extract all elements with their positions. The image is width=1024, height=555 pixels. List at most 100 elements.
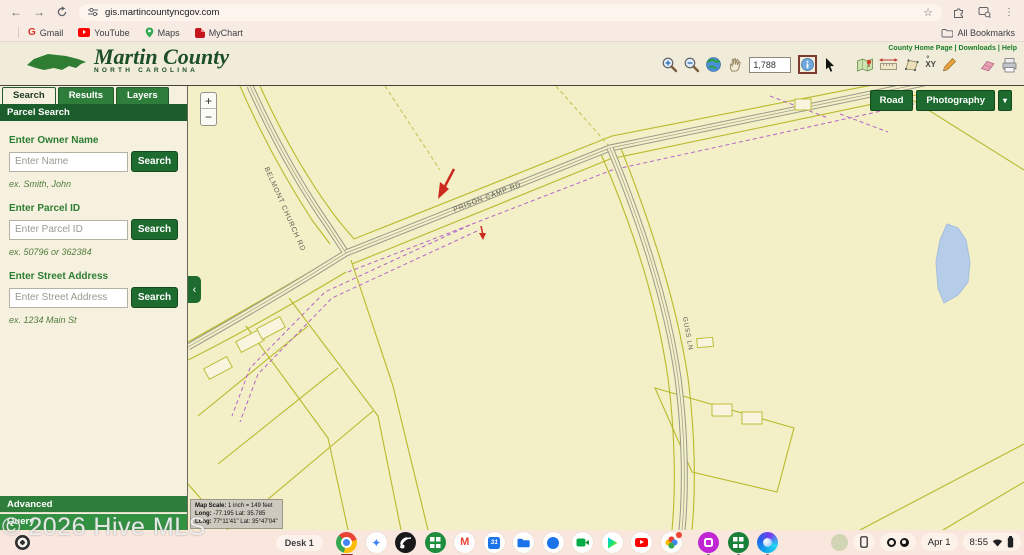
parcel-id-input[interactable] bbox=[9, 220, 128, 240]
bookmark-mychart[interactable]: MyChart bbox=[195, 28, 243, 38]
sidebar-collapse-button[interactable]: ‹ bbox=[188, 276, 201, 303]
advanced-section-bar[interactable]: Advanced bbox=[0, 496, 187, 513]
road-label-guss-ln: GUSS LN bbox=[681, 316, 694, 351]
bookmark-maps[interactable]: Maps bbox=[145, 27, 180, 38]
full-extent-globe-icon[interactable] bbox=[705, 56, 722, 73]
owner-name-label: Enter Owner Name bbox=[9, 135, 178, 146]
eraser-tool-icon[interactable] bbox=[979, 57, 996, 72]
sheets-hub-app-icon[interactable] bbox=[728, 532, 749, 553]
street-address-input[interactable] bbox=[9, 288, 128, 308]
zoom-in-tool-icon[interactable] bbox=[661, 56, 678, 73]
link-downloads[interactable]: Downloads bbox=[959, 45, 996, 52]
tab-search-icon[interactable] bbox=[978, 6, 991, 18]
wifi-icon bbox=[992, 538, 1003, 547]
pond bbox=[936, 224, 970, 303]
map-scale-readout: Map Scale: 1 inch = 149 feet Long: -77.1… bbox=[190, 499, 283, 529]
measure-distance-tool-icon[interactable] bbox=[879, 57, 898, 72]
sidebar-panel: Search Results Layers Parcel Search Ente… bbox=[0, 86, 188, 530]
map-zoom-control: + − bbox=[200, 92, 217, 126]
link-separator: | bbox=[955, 45, 957, 52]
messages-app-icon[interactable] bbox=[543, 532, 564, 553]
sidebar-tabs: Search Results Layers bbox=[0, 86, 187, 104]
nest-app-icon[interactable] bbox=[395, 532, 416, 553]
map-export-tool-icon[interactable] bbox=[856, 57, 874, 73]
address-example-text: ex. 1234 Main St bbox=[9, 315, 178, 325]
link-county-home[interactable]: County Home Page bbox=[888, 45, 952, 52]
scale-input[interactable] bbox=[749, 57, 791, 73]
pan-hand-icon[interactable] bbox=[727, 56, 744, 73]
address-bar[interactable]: gis.martincountyncgov.com ☆ bbox=[79, 4, 942, 21]
pointer-cursor-icon[interactable] bbox=[822, 57, 836, 73]
query-section-bar[interactable]: Query bbox=[0, 514, 187, 530]
youtube-app-icon[interactable] bbox=[631, 532, 652, 553]
media-indicator-pill[interactable] bbox=[880, 533, 916, 551]
map-viewport[interactable]: PRISON CAMP RD BELMONT CHURCH RD GUSS LN… bbox=[188, 86, 1024, 530]
youtube-favicon bbox=[78, 28, 90, 37]
owner-name-input[interactable] bbox=[9, 152, 128, 172]
parcel-search-button[interactable]: Search bbox=[131, 219, 178, 240]
tab-results[interactable]: Results bbox=[58, 87, 114, 104]
taskbar: Desk 1 ✦ M 31 Apr 1 8:55 bbox=[0, 530, 1024, 555]
gmail-app-icon[interactable]: M bbox=[454, 532, 475, 553]
map-zoom-in-button[interactable]: + bbox=[201, 93, 216, 109]
files-app-icon[interactable] bbox=[513, 532, 534, 553]
back-icon[interactable]: ← bbox=[10, 6, 22, 18]
bookmarks-bar: G Gmail YouTube Maps MyChart All Bookmar… bbox=[0, 24, 1024, 42]
launcher-button[interactable] bbox=[15, 535, 30, 550]
measure-area-tool-icon[interactable] bbox=[903, 57, 920, 72]
identify-tool-selected[interactable] bbox=[798, 55, 817, 74]
map-zoom-out-button[interactable]: − bbox=[201, 109, 216, 125]
avatar[interactable] bbox=[831, 534, 848, 551]
draw-pencil-tool-icon[interactable] bbox=[941, 57, 957, 73]
all-bookmarks-label: All Bookmarks bbox=[957, 28, 1015, 38]
meet-app-icon[interactable] bbox=[572, 532, 593, 553]
phone-hub-button[interactable] bbox=[853, 533, 875, 551]
clock: 8:55 bbox=[970, 537, 989, 548]
photos-app-icon[interactable] bbox=[661, 532, 682, 553]
zoom-out-tool-icon[interactable] bbox=[683, 56, 700, 73]
extensions-icon[interactable] bbox=[953, 6, 965, 18]
menu-kebab-icon[interactable]: ⋮ bbox=[1004, 7, 1014, 18]
parcel-map[interactable]: PRISON CAMP RD BELMONT CHURCH RD GUSS LN bbox=[188, 86, 1024, 530]
chrome-app-icon[interactable] bbox=[336, 532, 357, 553]
battery-icon bbox=[1007, 536, 1014, 548]
status-tray-button[interactable]: 8:55 bbox=[963, 533, 1022, 551]
browser-action-icons: ⋮ bbox=[953, 6, 1014, 18]
site-info-icon[interactable] bbox=[88, 7, 98, 17]
bookmark-gmail[interactable]: G Gmail bbox=[28, 28, 63, 38]
print-tool-icon[interactable] bbox=[1001, 57, 1018, 73]
folder-icon bbox=[941, 28, 953, 38]
scale-line: Map Scale: 1 inch = 149 feet bbox=[195, 502, 278, 510]
bookmark-star-icon[interactable]: ☆ bbox=[923, 6, 933, 19]
owner-name-section: Enter Owner Name Search ex. Smith, John bbox=[0, 135, 187, 189]
tab-search[interactable]: Search bbox=[2, 87, 56, 104]
date-pill[interactable]: Apr 1 bbox=[921, 533, 958, 551]
apps-hub-icon[interactable] bbox=[425, 532, 446, 553]
parcel-example-text: ex. 50796 or 362384 bbox=[9, 247, 178, 257]
bookmark-youtube[interactable]: YouTube bbox=[78, 28, 129, 38]
owner-search-button[interactable]: Search bbox=[131, 151, 178, 172]
basemap-photography-button[interactable]: Photography bbox=[916, 90, 995, 111]
all-bookmarks-button[interactable]: All Bookmarks bbox=[941, 28, 1015, 38]
address-search-button[interactable]: Search bbox=[131, 287, 178, 308]
play-store-app-icon[interactable] bbox=[602, 532, 623, 553]
mychart-favicon bbox=[195, 28, 205, 38]
edge-app-icon[interactable] bbox=[757, 532, 778, 553]
basemap-caret-button[interactable]: ▾ bbox=[998, 90, 1012, 111]
basemap-road-button[interactable]: Road bbox=[870, 90, 914, 111]
xy-coordinates-tool-icon[interactable]: °XY bbox=[925, 61, 936, 69]
tab-layers[interactable]: Layers bbox=[116, 87, 169, 104]
forward-icon[interactable]: → bbox=[33, 6, 45, 18]
gallery-app-icon[interactable] bbox=[698, 532, 719, 553]
desk-switcher[interactable]: Desk 1 bbox=[276, 535, 323, 551]
nc-state-logo bbox=[26, 50, 88, 76]
divider bbox=[18, 27, 19, 38]
bookmark-label: Gmail bbox=[40, 28, 64, 38]
calendar-app-icon[interactable]: 31 bbox=[484, 532, 505, 553]
assistant-app-icon[interactable]: ✦ bbox=[366, 532, 387, 553]
link-help[interactable]: Help bbox=[1002, 45, 1017, 52]
taskbar-apps: Desk 1 ✦ M 31 bbox=[276, 532, 779, 553]
reload-icon[interactable] bbox=[56, 6, 68, 18]
logo-text: Martin County NORTH CAROLINA bbox=[94, 45, 229, 74]
header-links: County Home Page|Downloads|Help bbox=[888, 45, 1017, 52]
